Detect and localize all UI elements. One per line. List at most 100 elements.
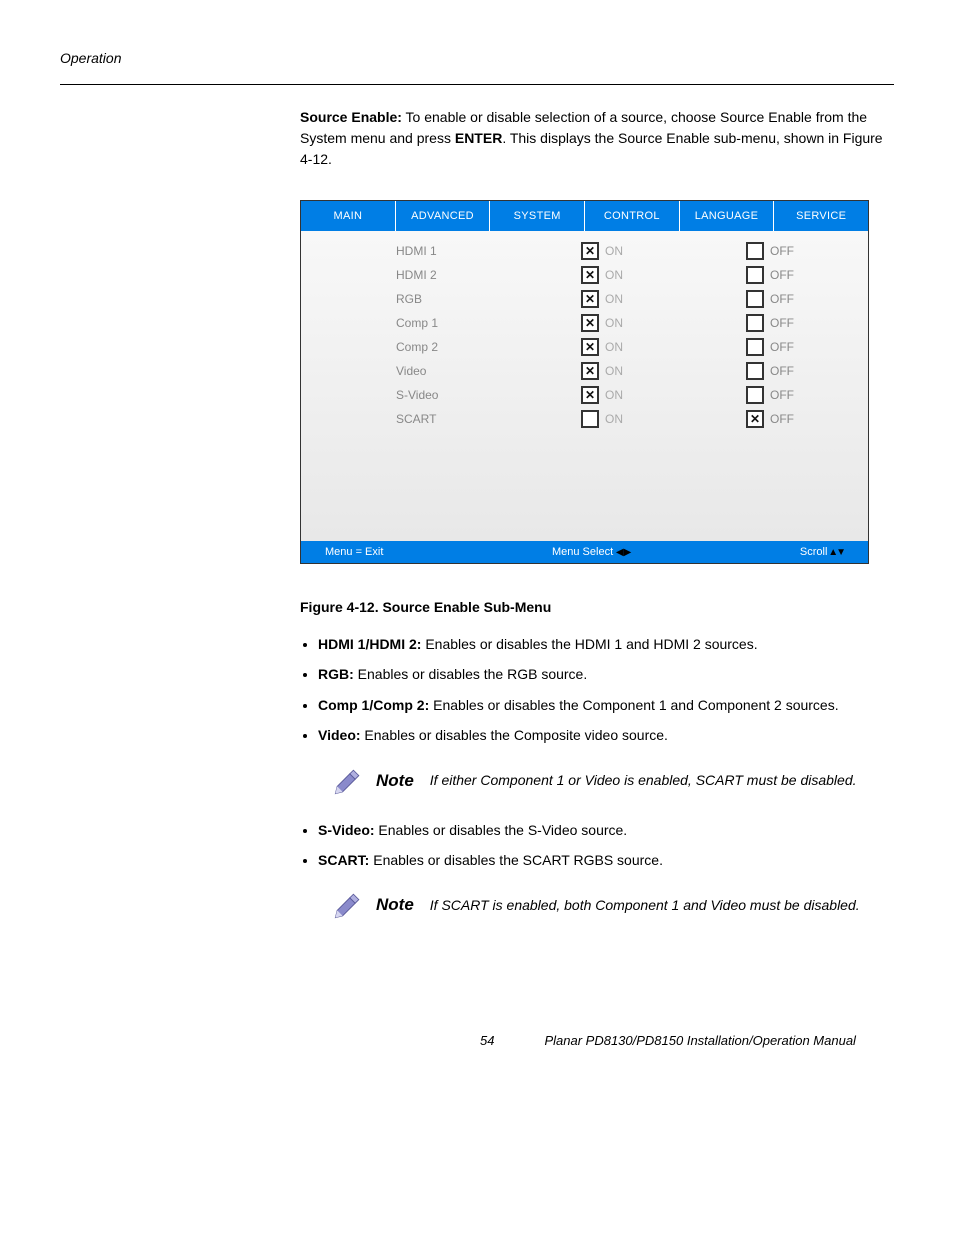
bullet-bold: HDMI 1/HDMI 2:: [318, 636, 421, 652]
note-text-1: If either Component 1 or Video is enable…: [430, 771, 894, 791]
checkbox-icon: [746, 338, 764, 356]
note-label-2: Note: [376, 895, 414, 915]
osd-on-label: ON: [605, 340, 623, 354]
bullet-bold: SCART:: [318, 852, 369, 868]
osd-on-cell: ✕ ON: [581, 290, 746, 308]
osd-on-cell: ✕ON: [581, 386, 746, 404]
osd-off-label: OFF: [770, 292, 794, 306]
bullet-text: Enables or disables the Composite video …: [361, 727, 668, 743]
checkbox-icon: ✕: [581, 338, 599, 356]
checkbox-icon: ✕: [581, 314, 599, 332]
bullet-text: Enables or disables the RGB source.: [354, 666, 587, 682]
checkbox-icon: ✕: [746, 410, 764, 428]
osd-row: RGB✕ ON OFF: [301, 287, 868, 311]
osd-tab-control: CONTROL: [585, 201, 680, 231]
osd-footer: Menu = Exit Menu Select Scroll: [301, 541, 868, 563]
osd-on-cell: ✕ ON: [581, 338, 746, 356]
osd-on-cell: ✕ ON: [581, 314, 746, 332]
osd-row: Comp 1✕ ON OFF: [301, 311, 868, 335]
osd-row-label: HDMI 2: [301, 268, 581, 282]
osd-off-cell: OFF: [746, 386, 794, 404]
bullet-text: Enables or disables the Component 1 and …: [429, 697, 838, 713]
osd-off-cell: OFF: [746, 290, 794, 308]
osd-off-label: OFF: [770, 268, 794, 282]
osd-off-label: OFF: [770, 388, 794, 402]
osd-tab-system: SYSTEM: [490, 201, 585, 231]
osd-row-label: SCART: [301, 412, 581, 426]
osd-off-label: OFF: [770, 244, 794, 258]
checkbox-icon: ✕: [581, 362, 599, 380]
osd-on-label: ON: [605, 388, 623, 402]
list-item: S-Video: Enables or disables the S-Video…: [318, 819, 894, 841]
osd-row-label: Video: [301, 364, 581, 378]
osd-off-cell: OFF: [746, 338, 794, 356]
osd-row-label: Comp 2: [301, 340, 581, 354]
bullet-text: Enables or disables the SCART RGBS sourc…: [369, 852, 663, 868]
osd-row: HDMI 1✕ ON OFF: [301, 239, 868, 263]
osd-off-label: OFF: [770, 364, 794, 378]
osd-tab-language: LANGUAGE: [680, 201, 775, 231]
osd-off-label: OFF: [770, 412, 794, 426]
list-item: RGB: Enables or disables the RGB source.: [318, 663, 894, 685]
bullet-list-2: S-Video: Enables or disables the S-Video…: [300, 819, 894, 872]
bullet-bold: S-Video:: [318, 822, 375, 838]
osd-footer-right: Scroll: [800, 546, 828, 558]
checkbox-icon: ✕: [581, 266, 599, 284]
osd-on-label: ON: [605, 316, 623, 330]
osd-row-label: RGB: [301, 292, 581, 306]
osd-on-cell: ✕ ON: [581, 362, 746, 380]
osd-row-label: Comp 1: [301, 316, 581, 330]
osd-footer-mid: Menu Select: [552, 546, 613, 558]
osd-row-label: S-Video: [301, 388, 581, 402]
running-head: Operation: [60, 50, 894, 66]
bullet-bold: RGB:: [318, 666, 354, 682]
checkbox-icon: [746, 290, 764, 308]
osd-on-label: ON: [605, 412, 623, 426]
footer-text: Planar PD8130/PD8150 Installation/Operat…: [544, 1033, 855, 1048]
figure-caption: Figure 4-12. Source Enable Sub-Menu: [300, 599, 894, 615]
checkbox-icon: [746, 362, 764, 380]
checkbox-icon: [746, 242, 764, 260]
osd-off-cell: OFF: [746, 314, 794, 332]
checkbox-icon: ✕: [581, 242, 599, 260]
osd-off-cell: OFF: [746, 266, 794, 284]
osd-row: HDMI 2✕ ON OFF: [301, 263, 868, 287]
header-rule: [60, 84, 894, 85]
page-number: 54: [480, 1033, 494, 1048]
intro-bold-1: Source Enable:: [300, 109, 402, 125]
osd-on-label: ON: [605, 268, 623, 282]
bullet-text: Enables or disables the HDMI 1 and HDMI …: [421, 636, 757, 652]
list-item: Video: Enables or disables the Composite…: [318, 724, 894, 746]
osd-row: S-Video✕ON OFF: [301, 383, 868, 407]
arrow-left-right-icon: [613, 546, 631, 558]
osd-off-label: OFF: [770, 340, 794, 354]
osd-row: SCART ON ✕ OFF: [301, 407, 868, 431]
osd-off-cell: OFF: [746, 242, 794, 260]
osd-on-label: ON: [605, 364, 623, 378]
osd-tab-service: SERVICE: [774, 201, 868, 231]
checkbox-icon: [581, 410, 599, 428]
note-text-2: If SCART is enabled, both Component 1 an…: [430, 896, 894, 916]
note-label-1: Note: [376, 771, 414, 791]
note-pencil-icon: [330, 887, 366, 923]
osd-row: Comp 2✕ ON OFF: [301, 335, 868, 359]
osd-tabs: MAIN ADVANCED SYSTEM CONTROL LANGUAGE SE…: [301, 201, 868, 231]
bullet-list-1: HDMI 1/HDMI 2: Enables or disables the H…: [300, 633, 894, 747]
note-block-2: Note If SCART is enabled, both Component…: [330, 887, 894, 923]
checkbox-icon: [746, 386, 764, 404]
intro-paragraph: Source Enable: To enable or disable sele…: [300, 107, 894, 170]
osd-tab-main: MAIN: [301, 201, 396, 231]
checkbox-icon: [746, 314, 764, 332]
osd-on-cell: ✕ ON: [581, 242, 746, 260]
arrow-up-down-icon: [827, 546, 844, 558]
checkbox-icon: ✕: [581, 290, 599, 308]
osd-on-cell: ON: [581, 410, 746, 428]
bullet-bold: Comp 1/Comp 2:: [318, 697, 429, 713]
osd-row: Video✕ ON OFF: [301, 359, 868, 383]
osd-row-label: HDMI 1: [301, 244, 581, 258]
osd-off-label: OFF: [770, 316, 794, 330]
page-footer: 54 Planar PD8130/PD8150 Installation/Ope…: [60, 1033, 894, 1048]
osd-off-cell: OFF: [746, 362, 794, 380]
osd-on-label: ON: [605, 244, 623, 258]
osd-on-label: ON: [605, 292, 623, 306]
